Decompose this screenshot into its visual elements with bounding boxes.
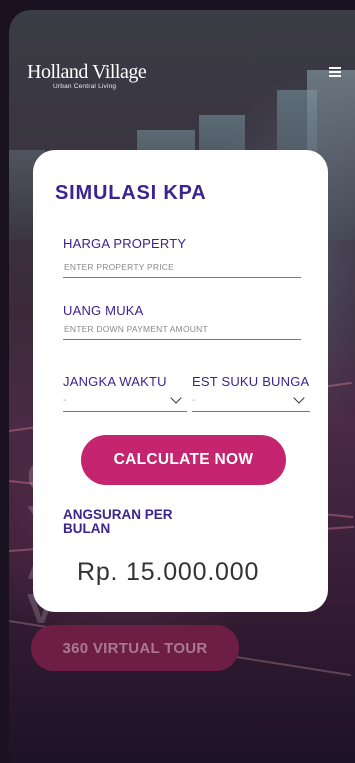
interest-rate-selected-value: - [192,395,196,406]
monthly-installment-value: Rp. 15.000.000 [77,558,260,586]
brand-logo[interactable]: Holland Village Urban Central Living [27,61,147,90]
term-select[interactable]: - [63,390,187,412]
down-payment-input[interactable] [63,318,301,340]
term-selected-value: - [63,395,67,406]
kpa-simulation-card: SIMULASI KPA HARGA PROPERTY UANG MUKA JA… [33,150,328,612]
interest-rate-label: EST SUKU BUNGA [192,374,310,389]
card-title: SIMULASI KPA [55,182,207,204]
term-label: JANGKA WAKTU [63,374,167,389]
monthly-installment-label: ANGSURAN PER BULAN [63,507,173,536]
brand-tagline: Urban Central Living [53,83,117,90]
chevron-down-icon [170,392,182,404]
chevron-down-icon [293,392,305,404]
interest-rate-select[interactable]: - [192,390,310,412]
property-price-input[interactable] [63,256,301,278]
calculate-now-button[interactable]: CALCULATE NOW [81,435,286,485]
property-price-label: HARGA PROPERTY [63,236,187,251]
virtual-tour-button[interactable]: 360 VIRTUAL TOUR [31,625,239,671]
hamburger-menu-icon[interactable] [329,67,341,79]
brand-name: Holland Village [27,61,147,83]
down-payment-label: UANG MUKA [63,303,144,318]
